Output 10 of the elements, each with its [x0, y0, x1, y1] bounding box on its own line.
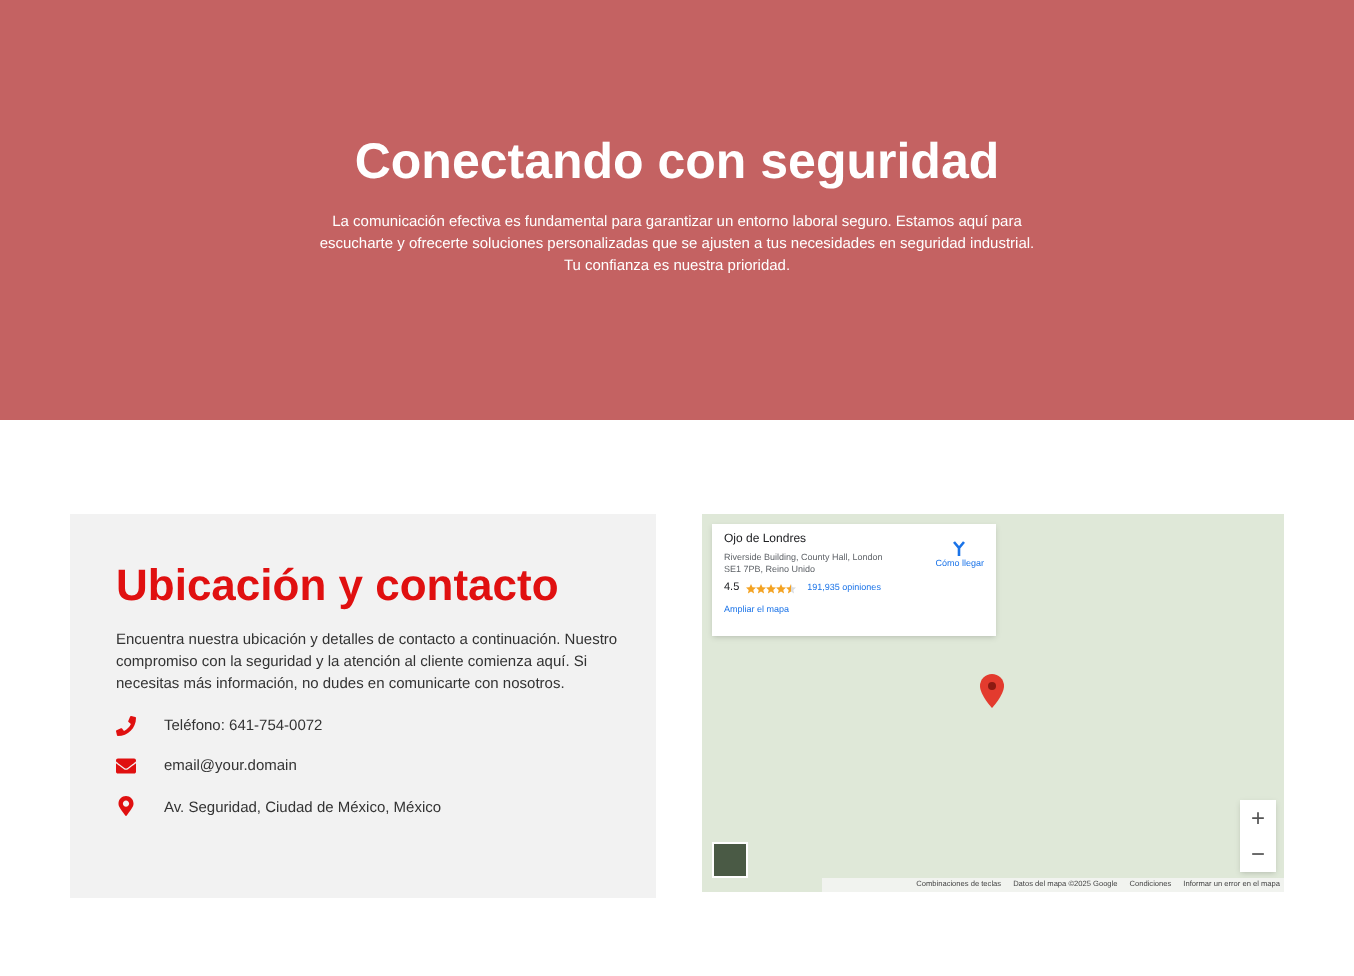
contact-title: Ubicación y contacto: [116, 558, 561, 614]
directions-icon: [952, 540, 967, 556]
envelope-icon: [116, 755, 136, 776]
map-pin-icon: [116, 796, 136, 817]
satellite-thumbnail[interactable]: [712, 842, 748, 878]
zoom-in-button[interactable]: +: [1240, 800, 1276, 836]
hero-title: Conectando con seguridad: [354, 132, 1000, 192]
map-pin-icon: [980, 674, 1004, 708]
zoom-out-button[interactable]: −: [1240, 836, 1276, 872]
phone-icon: [116, 715, 136, 736]
